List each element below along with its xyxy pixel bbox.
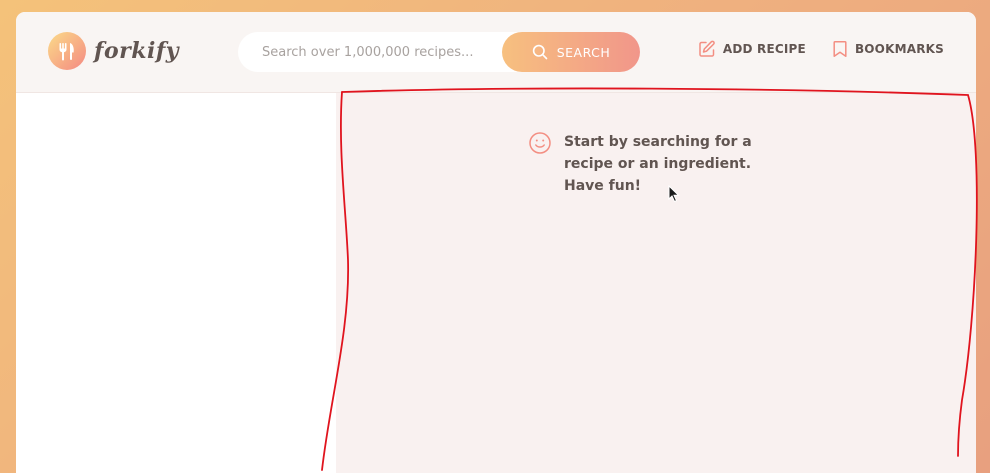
add-recipe-label: ADD RECIPE: [722, 42, 806, 56]
nav: ADD RECIPE BOOKMARKS: [698, 40, 944, 58]
app-container: forkify SEARCH ADD RECIPE: [16, 12, 976, 473]
search-button-label: SEARCH: [556, 44, 611, 60]
bookmarks-label: BOOKMARKS: [854, 42, 944, 56]
add-recipe-button[interactable]: ADD RECIPE: [698, 40, 806, 58]
search-icon: [532, 44, 548, 60]
search-form: SEARCH: [238, 31, 640, 73]
logo-text: forkify: [94, 38, 180, 64]
bookmarks-button[interactable]: BOOKMARKS: [832, 40, 944, 58]
edit-icon: [699, 40, 715, 57]
bookmark-icon: [833, 41, 847, 57]
logo[interactable]: forkify: [48, 32, 179, 70]
smile-icon: [529, 132, 551, 154]
mouse-cursor-icon: [668, 184, 680, 207]
search-results-panel: [16, 93, 336, 473]
header: forkify SEARCH ADD RECIPE: [16, 12, 976, 93]
recipe-panel: Start by searching for a recipe or an in…: [336, 93, 976, 473]
fork-knife-icon: [48, 32, 86, 70]
search-button[interactable]: SEARCH: [502, 32, 640, 72]
recipe-message: Start by searching for a recipe or an in…: [528, 131, 794, 197]
